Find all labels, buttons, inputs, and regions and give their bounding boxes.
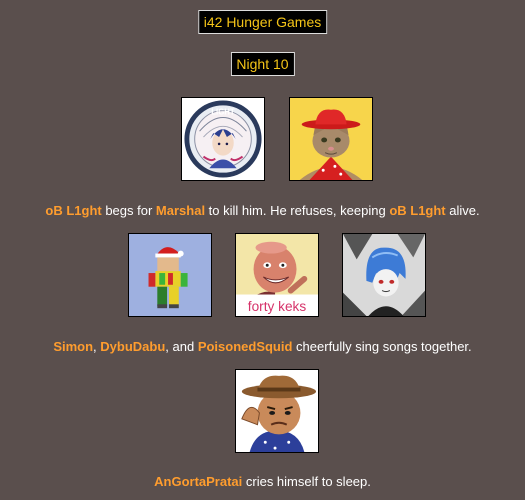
tribute-name: oB L1ght bbox=[45, 203, 102, 218]
page-title: i42 Hunger Games bbox=[197, 10, 328, 34]
avatar-poisonedsquid bbox=[342, 233, 426, 317]
tribute-name: Marshal bbox=[155, 203, 206, 218]
tribute-name: AnGortaPratai bbox=[154, 474, 243, 489]
avatar-marshal bbox=[289, 97, 373, 181]
event-text-2: Simon, DybuDabu, and PoisonedSquid cheer… bbox=[53, 339, 472, 354]
svg-text:forty keks: forty keks bbox=[248, 299, 307, 314]
avatar-simon bbox=[128, 233, 212, 317]
tribute-name: PoisonedSquid bbox=[197, 339, 293, 354]
tribute-name: Simon bbox=[53, 339, 94, 354]
avatar-ob-l1ght: LIGHT bbox=[181, 97, 265, 181]
event-text-3: AnGortaPratai cries himself to sleep. bbox=[154, 474, 371, 489]
tribute-name: oB L1ght bbox=[389, 203, 446, 218]
avatar-dybudabu: forty keks bbox=[235, 233, 319, 317]
night-label: Night 10 bbox=[230, 52, 295, 76]
event-text-1: oB L1ght begs for Marshal to kill him. H… bbox=[45, 203, 480, 218]
svg-text:LIGHT: LIGHT bbox=[211, 108, 235, 117]
tribute-name: DybuDabu bbox=[100, 339, 166, 354]
avatar-angortapratai bbox=[235, 369, 319, 453]
